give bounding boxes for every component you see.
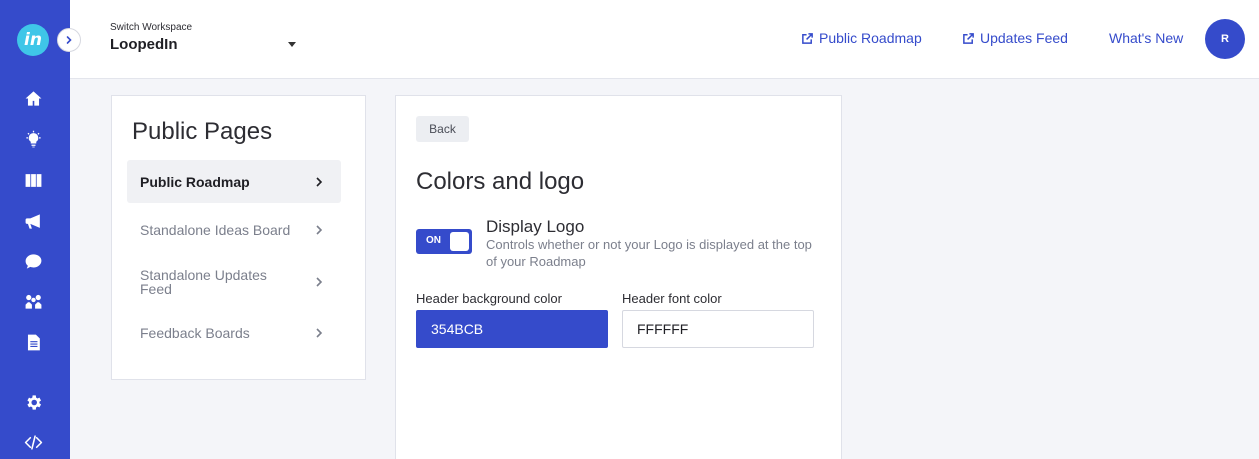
expand-sidebar-button[interactable]	[57, 28, 81, 52]
public-roadmap-link[interactable]: Public Roadmap	[801, 30, 922, 46]
chevron-right-icon	[316, 277, 323, 287]
section-title: Colors and logo	[416, 168, 585, 195]
external-link-icon	[802, 32, 813, 44]
settings-icon[interactable]	[23, 392, 43, 412]
megaphone-icon[interactable]	[23, 211, 43, 231]
public-roadmap-link-label: Public Roadmap	[819, 30, 922, 46]
menu-item-standalone-updates-feed[interactable]: Standalone Updates Feed	[127, 262, 341, 302]
menu-item-label: Feedback Boards	[140, 325, 250, 341]
code-icon[interactable]	[23, 432, 43, 452]
colors-logo-panel: Back Colors and logo ON Display Logo Con…	[395, 95, 842, 459]
menu-item-public-roadmap[interactable]: Public Roadmap	[127, 160, 341, 203]
updates-feed-link-label: Updates Feed	[980, 30, 1068, 46]
public-pages-panel: Public Pages Public Roadmap Standalone I…	[111, 95, 366, 380]
home-icon[interactable]	[23, 88, 43, 108]
display-logo-toggle[interactable]: ON	[416, 229, 472, 254]
header-bg-color-input[interactable]: 354BCB	[416, 310, 608, 348]
chevron-right-icon	[316, 225, 323, 235]
loopedin-logo[interactable]: in	[17, 24, 49, 56]
toggle-knob	[450, 232, 469, 251]
header-font-color-input[interactable]: FFFFFF	[622, 310, 814, 348]
menu-item-feedback-boards[interactable]: Feedback Boards	[127, 315, 341, 351]
header-font-color-label: Header font color	[622, 291, 722, 306]
external-link-icon	[963, 32, 974, 44]
chevron-right-icon	[316, 328, 323, 338]
user-avatar[interactable]: R	[1205, 19, 1245, 59]
chevron-right-icon	[316, 176, 323, 187]
menu-item-label: Public Roadmap	[140, 173, 250, 190]
menu-item-label: Standalone Ideas Board	[140, 222, 291, 238]
toggle-state-label: ON	[426, 235, 441, 246]
lightbulb-icon[interactable]	[23, 129, 43, 149]
top-header: Switch Workspace LoopedIn Public Roadmap…	[70, 0, 1259, 79]
menu-item-label: Standalone Updates Feed	[140, 267, 267, 297]
caret-down-icon[interactable]	[286, 38, 298, 50]
board-icon[interactable]	[23, 170, 43, 190]
whats-new-link[interactable]: What's New	[1109, 30, 1183, 46]
public-pages-title: Public Pages	[132, 118, 273, 145]
updates-feed-link[interactable]: Updates Feed	[962, 30, 1068, 46]
workspace-name[interactable]: LoopedIn	[110, 36, 178, 53]
display-logo-title: Display Logo	[486, 217, 585, 236]
chat-icon[interactable]	[23, 251, 43, 271]
menu-item-standalone-ideas-board[interactable]: Standalone Ideas Board	[127, 212, 341, 248]
team-icon[interactable]	[23, 291, 43, 311]
display-logo-description: Controls whether or not your Logo is dis…	[486, 237, 812, 269]
chevron-right-icon	[66, 36, 72, 44]
document-icon[interactable]	[23, 332, 43, 352]
whats-new-link-label: What's New	[1109, 30, 1184, 46]
sidebar: in	[0, 0, 70, 459]
header-bg-color-label: Header background color	[416, 291, 562, 306]
workspace-label: Switch Workspace	[110, 22, 193, 33]
back-button[interactable]: Back	[416, 116, 469, 142]
